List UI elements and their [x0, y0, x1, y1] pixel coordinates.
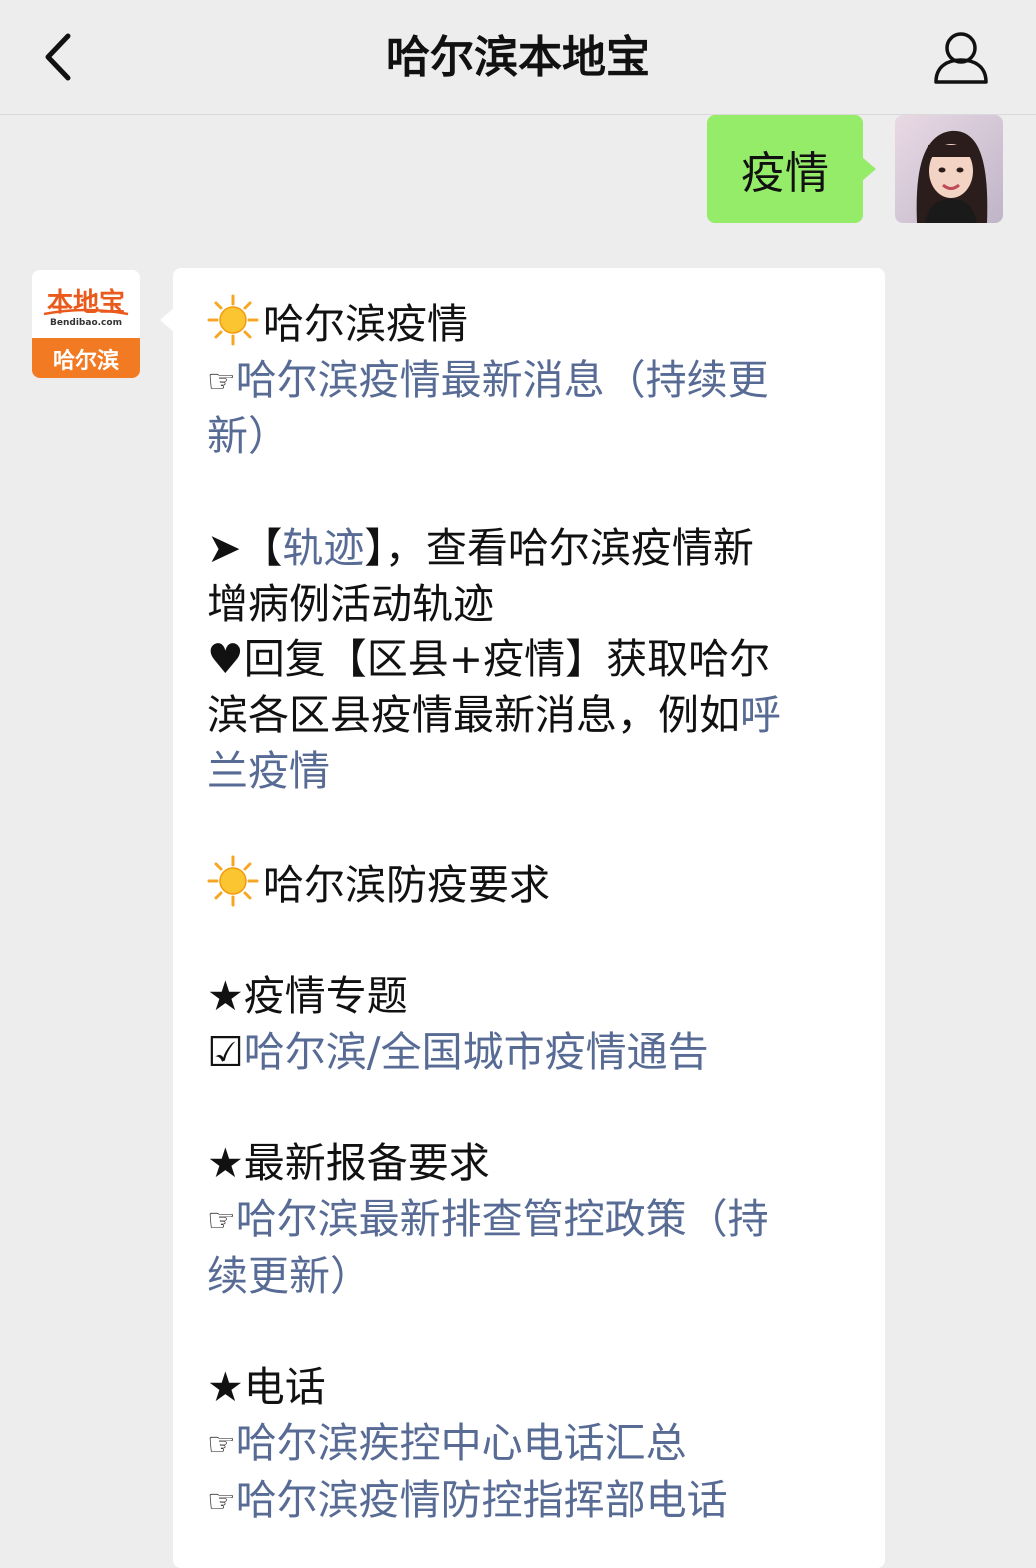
- pointing-hand-icon: ☞: [207, 361, 236, 400]
- link-control-policy[interactable]: 哈尔滨最新排查管控政策（持: [236, 1195, 769, 1243]
- report-title: ★最新报备要求: [207, 1139, 490, 1188]
- link-control-policy-cont[interactable]: 续更新）: [207, 1252, 371, 1300]
- link-hulan-epidemic[interactable]: 呼: [740, 691, 781, 739]
- phone-title: ★电话: [207, 1363, 326, 1412]
- reply-line: ♥回复【区县+疫情】获取哈尔: [207, 635, 771, 684]
- pointing-hand-icon: ☞: [207, 1424, 236, 1463]
- user-avatar-image: [895, 115, 1003, 223]
- user-avatar[interactable]: [895, 115, 1003, 223]
- header-bar: 哈尔滨本地宝: [0, 0, 1036, 115]
- outgoing-message-bubble[interactable]: 疫情: [707, 115, 876, 223]
- topic-title: ★疫情专题: [207, 972, 408, 1021]
- message-content: 哈尔滨疫情 ☞哈尔滨疫情最新消息（持续更 新） ➤【轨迹】，查看哈尔滨疫情新 增…: [207, 294, 857, 1529]
- link-hulan-epidemic-cont[interactable]: 兰疫情: [207, 747, 330, 795]
- section-title-epidemic: 哈尔滨疫情: [207, 294, 857, 353]
- checkbox-icon: ☑: [207, 1028, 244, 1077]
- avatar-swoosh-icon: [43, 308, 129, 316]
- official-account-avatar[interactable]: 本地宝 Bendibao.com 哈尔滨: [32, 270, 140, 378]
- link-cdc-phones[interactable]: 哈尔滨疾控中心电话汇总: [236, 1419, 687, 1467]
- pointing-hand-icon: ☞: [207, 1481, 236, 1520]
- section-title-prevention: 哈尔滨防疫要求: [207, 855, 857, 914]
- sun-icon: [207, 855, 259, 907]
- avatar-city-text: 哈尔滨: [52, 349, 119, 374]
- link-epidemic-news[interactable]: 哈尔滨疫情最新消息（持续更: [236, 356, 769, 404]
- track-line: ➤【轨迹】，查看哈尔滨疫情新: [207, 523, 754, 572]
- sun-icon: [207, 294, 259, 346]
- pointing-hand-icon: ☞: [207, 1201, 236, 1240]
- avatar-domain-text: Bendibao.com: [50, 318, 122, 328]
- chat-title: 哈尔滨本地宝: [386, 32, 650, 83]
- link-track[interactable]: 轨迹: [282, 524, 364, 572]
- incoming-message-bubble: 哈尔滨疫情 ☞哈尔滨疫情最新消息（持续更 新） ➤【轨迹】，查看哈尔滨疫情新 增…: [160, 268, 885, 1568]
- link-epidemic-news-cont[interactable]: 新）: [207, 412, 289, 460]
- outgoing-message-text: 疫情: [741, 148, 829, 199]
- link-command-phones[interactable]: 哈尔滨疫情防控指挥部电话: [236, 1476, 728, 1524]
- link-city-notices[interactable]: 哈尔滨/全国城市疫情通告: [244, 1028, 709, 1076]
- profile-icon[interactable]: [930, 28, 992, 86]
